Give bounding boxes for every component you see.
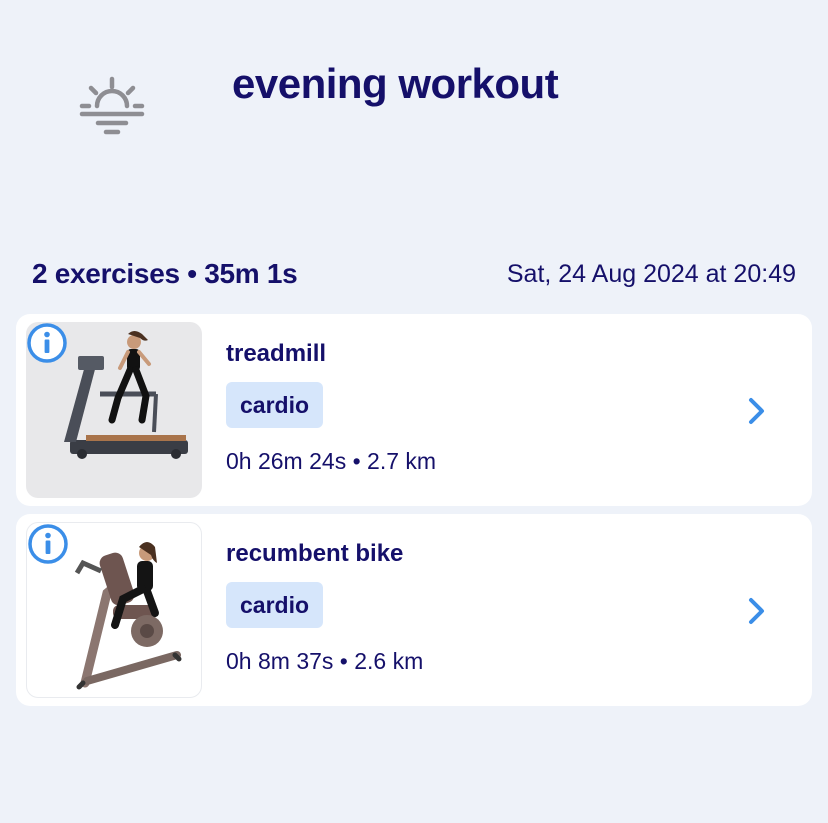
category-tag: cardio	[226, 382, 324, 428]
workout-date: Sat, 24 Aug 2024 at 20:49	[506, 260, 796, 288]
exercise-card-treadmill[interactable]: treadmill cardio 0h 26m 24s • 2.7 km	[16, 314, 812, 506]
exercise-name: treadmill	[226, 340, 327, 367]
workout-detail-screen: evening workout 2 exercises • 35m 1s Sat…	[0, 0, 828, 823]
info-icon[interactable]	[27, 523, 69, 565]
chevron-right-icon[interactable]	[746, 396, 768, 426]
sunset-icon	[79, 76, 145, 135]
treadmill-image	[26, 322, 202, 498]
chevron-right-icon[interactable]	[746, 596, 768, 626]
category-tag: cardio	[226, 582, 324, 628]
exercise-stats: 0h 26m 24s • 2.7 km	[226, 448, 437, 474]
workout-summary: 2 exercises • 35m 1s	[32, 258, 298, 289]
exercise-stats: 0h 8m 37s • 2.6 km	[226, 648, 424, 674]
exercise-card-recumbent-bike[interactable]: recumbent bike cardio 0h 8m 37s • 2.6 km	[16, 514, 812, 706]
page-title: evening workout	[232, 60, 559, 107]
info-icon[interactable]	[26, 322, 68, 364]
exercise-name: recumbent bike	[226, 540, 404, 567]
recumbent-bike-image	[26, 522, 202, 698]
